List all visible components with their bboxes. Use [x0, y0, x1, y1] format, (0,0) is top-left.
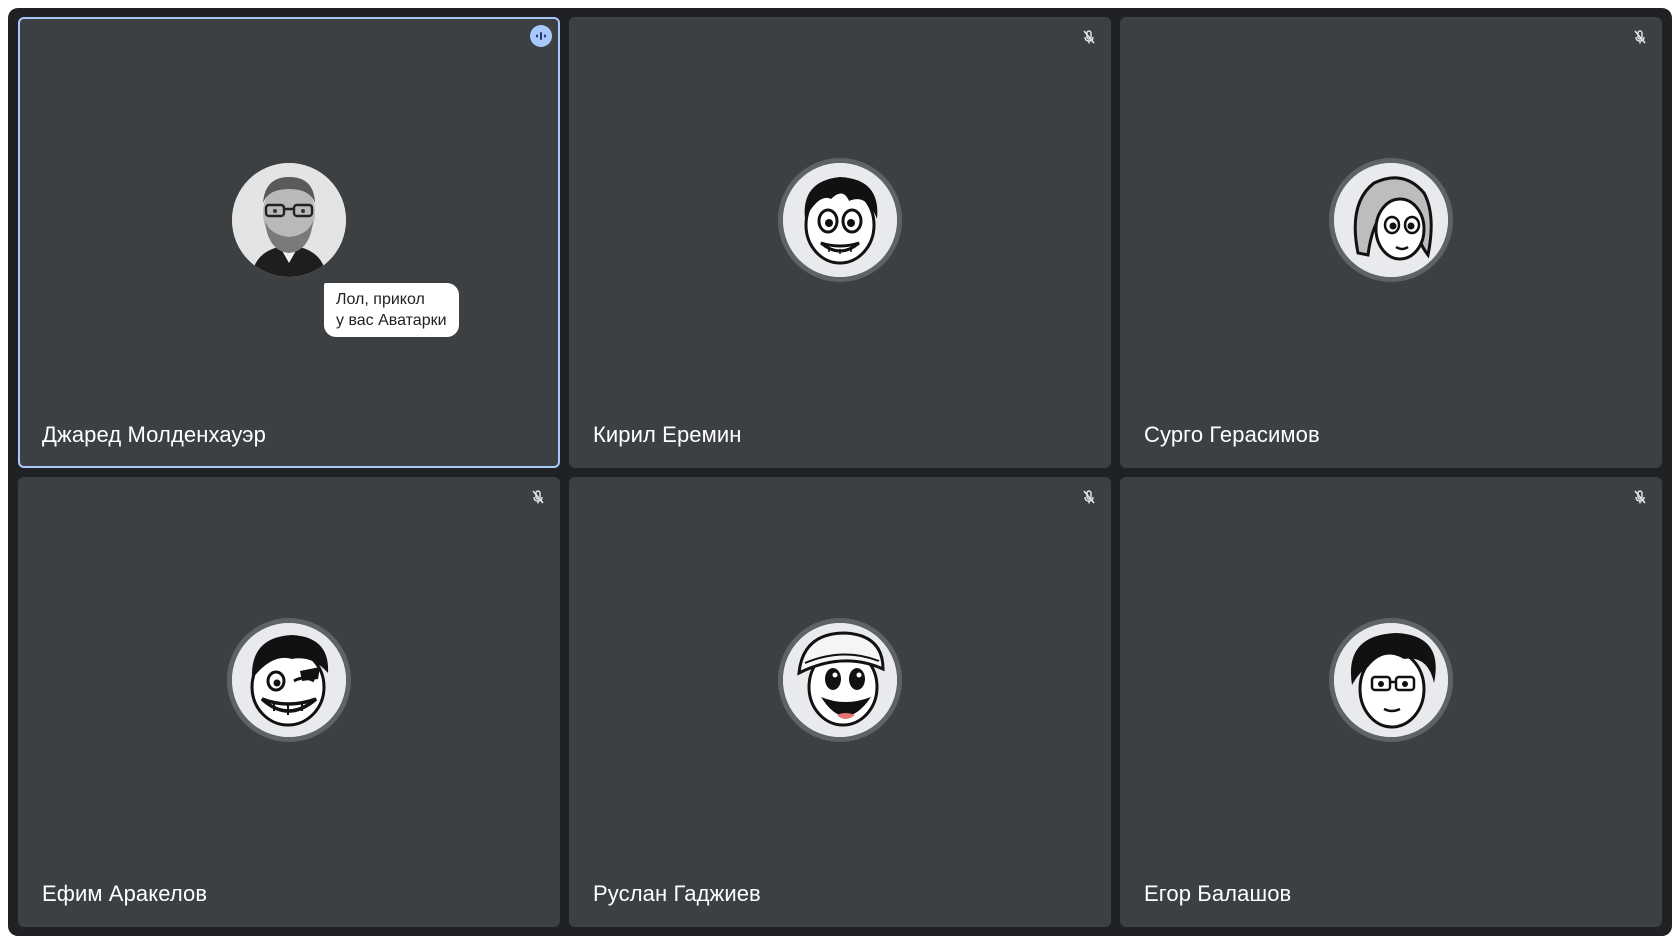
participant-tile[interactable]: Кирил Еремин: [569, 17, 1111, 468]
mic-off-icon: [1083, 489, 1095, 503]
avatar-cartoon: [1334, 163, 1448, 278]
mic-off-icon: [1634, 489, 1646, 503]
participant-tile[interactable]: Егор Балашов: [1120, 476, 1662, 927]
participant-name: Ефим Аракелов: [42, 881, 208, 906]
avatar: [227, 617, 351, 742]
participant-tile[interactable]: Лол, прикол у вас Аватарки Джаред Молден…: [18, 17, 560, 468]
participant-name: Сурго Герасимов: [1144, 421, 1320, 447]
participant-tile[interactable]: Ефим Аракелов: [18, 476, 560, 927]
participant-tile[interactable]: Руслан Гаджиев: [569, 476, 1111, 927]
mic-off-icon: [1634, 30, 1646, 44]
participant-name: Руслан Гаджиев: [593, 881, 761, 906]
avatar-cartoon: [783, 622, 897, 737]
avatar-cartoon: [232, 622, 346, 737]
speaking-indicator-icon: [530, 25, 552, 47]
mic-off-icon: [532, 489, 544, 503]
avatar-cartoon: [1334, 622, 1448, 737]
avatar-cartoon: [783, 163, 897, 278]
participant-grid: Лол, прикол у вас Аватарки Джаред Молден…: [18, 17, 1662, 927]
avatar-photo: [232, 163, 346, 278]
avatar: [778, 617, 902, 742]
participant-tile[interactable]: Сурго Герасимов: [1120, 17, 1662, 468]
chat-bubble: Лол, прикол у вас Аватарки: [324, 283, 459, 337]
meeting-frame: Лол, прикол у вас Аватарки Джаред Молден…: [8, 8, 1672, 936]
participant-name: Кирил Еремин: [593, 421, 742, 447]
participant-name: Джаред Молденхауэр: [42, 421, 266, 447]
participant-name: Егор Балашов: [1144, 881, 1292, 906]
avatar: [1329, 617, 1453, 742]
mic-off-icon: [1083, 30, 1095, 44]
avatar: [778, 158, 902, 283]
avatar: [227, 158, 351, 283]
avatar: [1329, 158, 1453, 283]
